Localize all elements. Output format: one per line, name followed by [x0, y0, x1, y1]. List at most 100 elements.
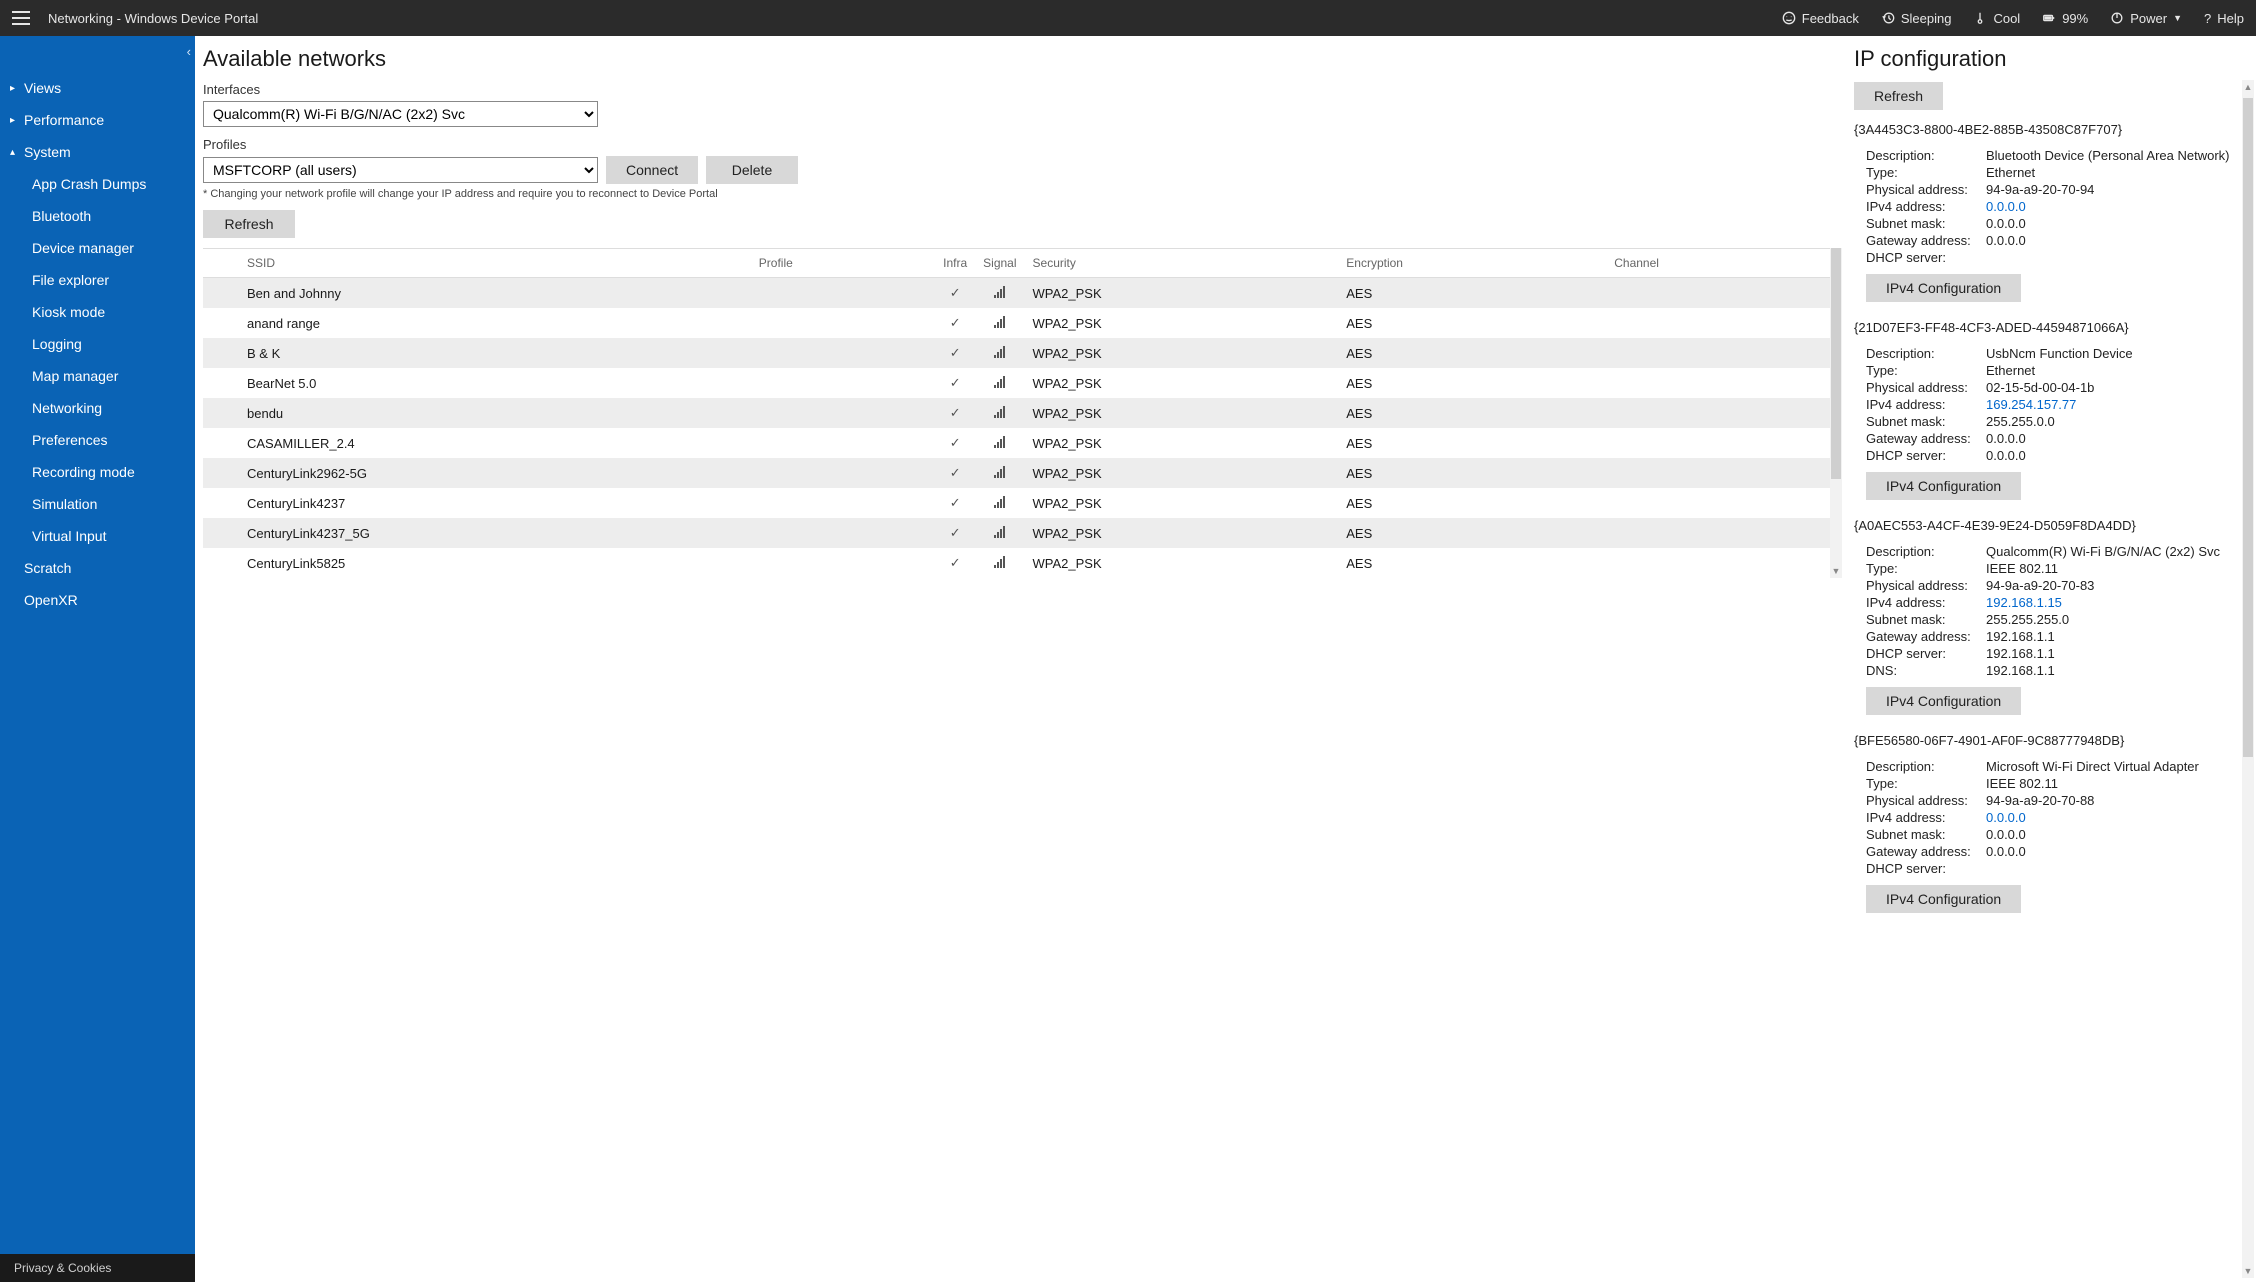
kv-key: DNS:	[1866, 663, 1986, 678]
refresh-networks-button[interactable]: Refresh	[203, 210, 295, 238]
chevron-down-icon: ▼	[2173, 13, 2182, 23]
kv-key: IPv4 address:	[1866, 199, 1986, 214]
security-cell: WPA2_PSK	[1025, 518, 1339, 548]
encryption-cell: AES	[1338, 398, 1606, 428]
scroll-up-icon[interactable]: ▲	[2242, 80, 2254, 94]
ipv4-configuration-button[interactable]: IPv4 Configuration	[1866, 885, 2021, 913]
ipv4-configuration-button[interactable]: IPv4 Configuration	[1866, 472, 2021, 500]
networks-scrollbar[interactable]: ▲ ▼	[1830, 248, 1842, 578]
column-header[interactable]: Encryption	[1338, 249, 1606, 278]
kv-value: UsbNcm Function Device	[1986, 346, 2133, 361]
sidebar-item-device-manager[interactable]: Device manager	[0, 232, 195, 264]
column-header[interactable]	[203, 249, 239, 278]
table-row[interactable]: B & K✓WPA2_PSKAES	[203, 338, 1830, 368]
ipv4-configuration-button[interactable]: IPv4 Configuration	[1866, 274, 2021, 302]
sidebar-item-preferences[interactable]: Preferences	[0, 424, 195, 456]
security-cell: WPA2_PSK	[1025, 398, 1339, 428]
networks-table: SSIDProfileInfraSignalSecurityEncryption…	[203, 248, 1830, 578]
sidebar-item-file-explorer[interactable]: File explorer	[0, 264, 195, 296]
sidebar-item-recording-mode[interactable]: Recording mode	[0, 456, 195, 488]
kv-value[interactable]: 169.254.157.77	[1986, 397, 2076, 412]
table-row[interactable]: CenturyLink4237_5G✓WPA2_PSKAES	[203, 518, 1830, 548]
kv-key: DHCP server:	[1866, 861, 1986, 876]
encryption-cell: AES	[1338, 428, 1606, 458]
table-row[interactable]: BearNet 5.0✓WPA2_PSKAES	[203, 368, 1830, 398]
ipv4-configuration-button[interactable]: IPv4 Configuration	[1866, 687, 2021, 715]
ssid-cell: CenturyLink2962-5G	[239, 458, 751, 488]
connect-button[interactable]: Connect	[606, 156, 698, 184]
sidebar-node-openxr[interactable]: OpenXR	[0, 584, 195, 616]
column-header[interactable]: Security	[1025, 249, 1339, 278]
scroll-down-icon[interactable]: ▼	[2242, 1264, 2254, 1278]
ipconfig-scrollbar[interactable]: ▲ ▼	[2242, 80, 2254, 1278]
feedback-button[interactable]: Feedback	[1782, 11, 1859, 26]
profiles-select[interactable]: MSFTCORP (all users)	[203, 157, 598, 183]
signal-cell	[975, 398, 1024, 428]
infra-cell: ✓	[935, 458, 975, 488]
encryption-cell: AES	[1338, 488, 1606, 518]
table-row[interactable]: CenturyLink2962-5G✓WPA2_PSKAES	[203, 458, 1830, 488]
column-header[interactable]: Signal	[975, 249, 1024, 278]
sidebar-item-simulation[interactable]: Simulation	[0, 488, 195, 520]
battery-label: 99%	[2062, 11, 2088, 26]
sidebar-node-scratch[interactable]: Scratch	[0, 552, 195, 584]
kv-value[interactable]: 0.0.0.0	[1986, 810, 2026, 825]
column-header[interactable]: SSID	[239, 249, 751, 278]
temp-button[interactable]: Cool	[1973, 11, 2020, 26]
scroll-thumb[interactable]	[2243, 98, 2253, 757]
sidebar-item-map-manager[interactable]: Map manager	[0, 360, 195, 392]
refresh-ipconfig-button[interactable]: Refresh	[1854, 82, 1943, 110]
infra-cell: ✓	[935, 398, 975, 428]
topbar: Networking - Windows Device Portal Feedb…	[0, 0, 2256, 36]
kv-value[interactable]: 192.168.1.15	[1986, 595, 2062, 610]
kv-value: 94-9a-a9-20-70-94	[1986, 182, 2094, 197]
scroll-thumb[interactable]	[1831, 248, 1841, 479]
kv-key: Physical address:	[1866, 380, 1986, 395]
security-cell: WPA2_PSK	[1025, 458, 1339, 488]
column-header[interactable]: Infra	[935, 249, 975, 278]
adapter-block: {BFE56580-06F7-4901-AF0F-9C88777948DB}De…	[1854, 733, 2240, 913]
sidebar-item-virtual-input[interactable]: Virtual Input	[0, 520, 195, 552]
table-row[interactable]: anand range✓WPA2_PSKAES	[203, 308, 1830, 338]
scroll-down-icon[interactable]: ▼	[1830, 564, 1842, 578]
kv-value[interactable]: 0.0.0.0	[1986, 199, 2026, 214]
sidebar-item-bluetooth[interactable]: Bluetooth	[0, 200, 195, 232]
chevron-down-icon: ▴	[10, 147, 20, 158]
table-row[interactable]: bendu✓WPA2_PSKAES	[203, 398, 1830, 428]
sleeping-button[interactable]: Sleeping	[1881, 11, 1952, 26]
kv-key: Description:	[1866, 759, 1986, 774]
check-icon: ✓	[950, 555, 961, 570]
interfaces-select[interactable]: Qualcomm(R) Wi-Fi B/G/N/AC (2x2) Svc	[203, 101, 598, 127]
delete-button[interactable]: Delete	[706, 156, 798, 184]
profile-cell	[751, 428, 935, 458]
battery-button[interactable]: 99%	[2042, 11, 2088, 26]
collapse-sidebar-icon[interactable]: ‹	[187, 44, 191, 59]
kv-key: Physical address:	[1866, 182, 1986, 197]
sidebar-item-app-crash-dumps[interactable]: App Crash Dumps	[0, 168, 195, 200]
sidebar-item-networking[interactable]: Networking	[0, 392, 195, 424]
sidebar-node-performance[interactable]: ▸Performance	[0, 104, 195, 136]
infra-cell: ✓	[935, 488, 975, 518]
sidebar-item-kiosk-mode[interactable]: Kiosk mode	[0, 296, 195, 328]
hamburger-icon[interactable]	[12, 11, 30, 25]
profile-cell	[751, 368, 935, 398]
privacy-link[interactable]: Privacy & Cookies	[0, 1254, 195, 1282]
column-header[interactable]: Profile	[751, 249, 935, 278]
kv-value: IEEE 802.11	[1986, 561, 2058, 576]
kv-key: Description:	[1866, 346, 1986, 361]
signal-icon	[994, 316, 1005, 328]
power-button[interactable]: Power ▼	[2110, 11, 2182, 26]
sidebar-node-views[interactable]: ▸Views	[0, 72, 195, 104]
kv-key: Type:	[1866, 561, 1986, 576]
channel-cell	[1606, 278, 1830, 309]
history-icon	[1881, 11, 1895, 25]
check-icon: ✓	[950, 525, 961, 540]
sidebar-item-logging[interactable]: Logging	[0, 328, 195, 360]
help-button[interactable]: ? Help	[2204, 11, 2244, 26]
table-row[interactable]: Ben and Johnny✓WPA2_PSKAES	[203, 278, 1830, 309]
sidebar-node-system[interactable]: ▴System	[0, 136, 195, 168]
table-row[interactable]: CenturyLink5825✓WPA2_PSKAES	[203, 548, 1830, 578]
table-row[interactable]: CenturyLink4237✓WPA2_PSKAES	[203, 488, 1830, 518]
column-header[interactable]: Channel	[1606, 249, 1830, 278]
table-row[interactable]: CASAMILLER_2.4✓WPA2_PSKAES	[203, 428, 1830, 458]
